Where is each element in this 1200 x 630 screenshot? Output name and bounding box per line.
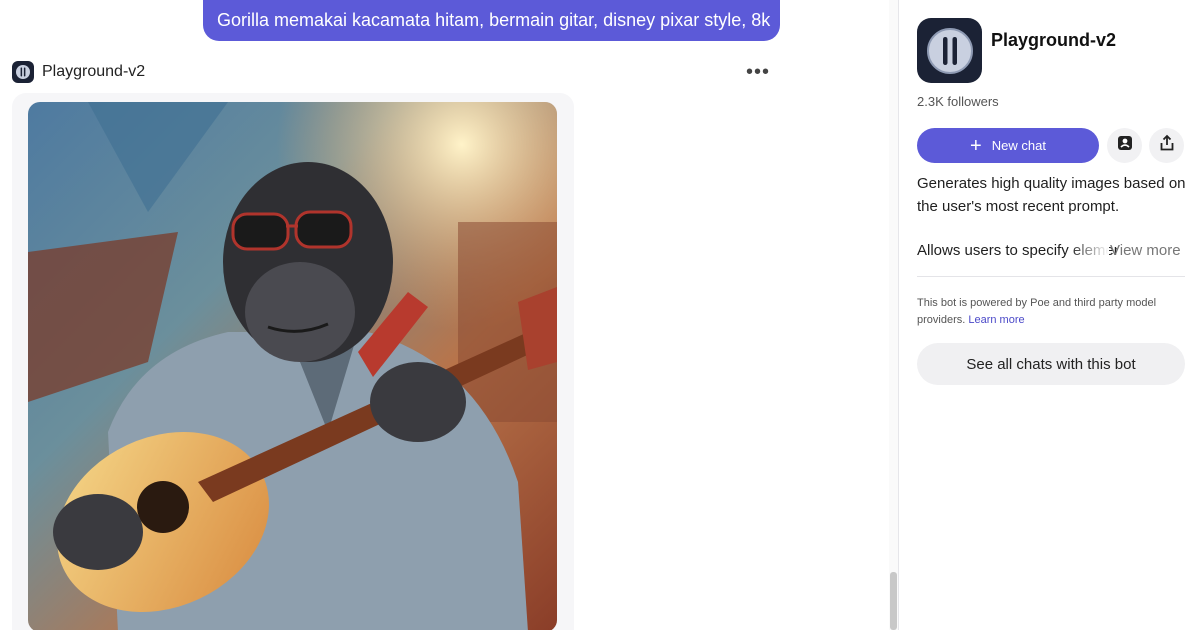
sidebar-divider: [917, 276, 1185, 277]
chat-scrollbar-track[interactable]: [889, 0, 898, 630]
bot-name-label[interactable]: Playground-v2: [42, 63, 145, 81]
share-button[interactable]: [1149, 128, 1184, 163]
bot-message-header: Playground-v2: [12, 61, 145, 83]
see-all-chats-button[interactable]: See all chats with this bot: [917, 343, 1185, 385]
new-chat-button[interactable]: + New chat: [917, 128, 1099, 163]
followers-count[interactable]: 2.3K followers: [917, 94, 999, 109]
chat-scrollbar-thumb[interactable]: [890, 572, 897, 630]
powered-by-text: This bot is powered by Poe and third par…: [917, 297, 1157, 326]
playground-logo-icon[interactable]: [12, 61, 34, 83]
view-more-link[interactable]: View more: [1110, 240, 1181, 262]
new-chat-label: New chat: [991, 138, 1046, 153]
user-message-bubble: Gorilla memakai kacamata hitam, bermain …: [203, 0, 780, 41]
share-icon: [1158, 134, 1176, 157]
description-fade: [1069, 240, 1109, 262]
plus-icon: +: [970, 134, 982, 157]
learn-more-link[interactable]: Learn more: [968, 314, 1024, 326]
more-dots-icon[interactable]: •••: [744, 60, 772, 84]
chat-panel: Gorilla memakai kacamata hitam, bermain …: [0, 0, 898, 630]
powered-by-note: This bot is powered by Poe and third par…: [917, 295, 1187, 329]
bot-description: Generates high quality images based on t…: [917, 175, 1186, 215]
poe-chat-page: Gorilla memakai kacamata hitam, bermain …: [0, 0, 1200, 630]
bot-profile-button[interactable]: [1107, 128, 1142, 163]
generated-image[interactable]: [28, 102, 557, 630]
bot-title: Playground-v2: [991, 30, 1117, 50]
bot-profile-icon: [1116, 134, 1134, 157]
playground-logo-icon[interactable]: [917, 18, 982, 83]
bot-info-sidebar: Playground-v2 2.3K followers + New chat: [898, 0, 1200, 630]
